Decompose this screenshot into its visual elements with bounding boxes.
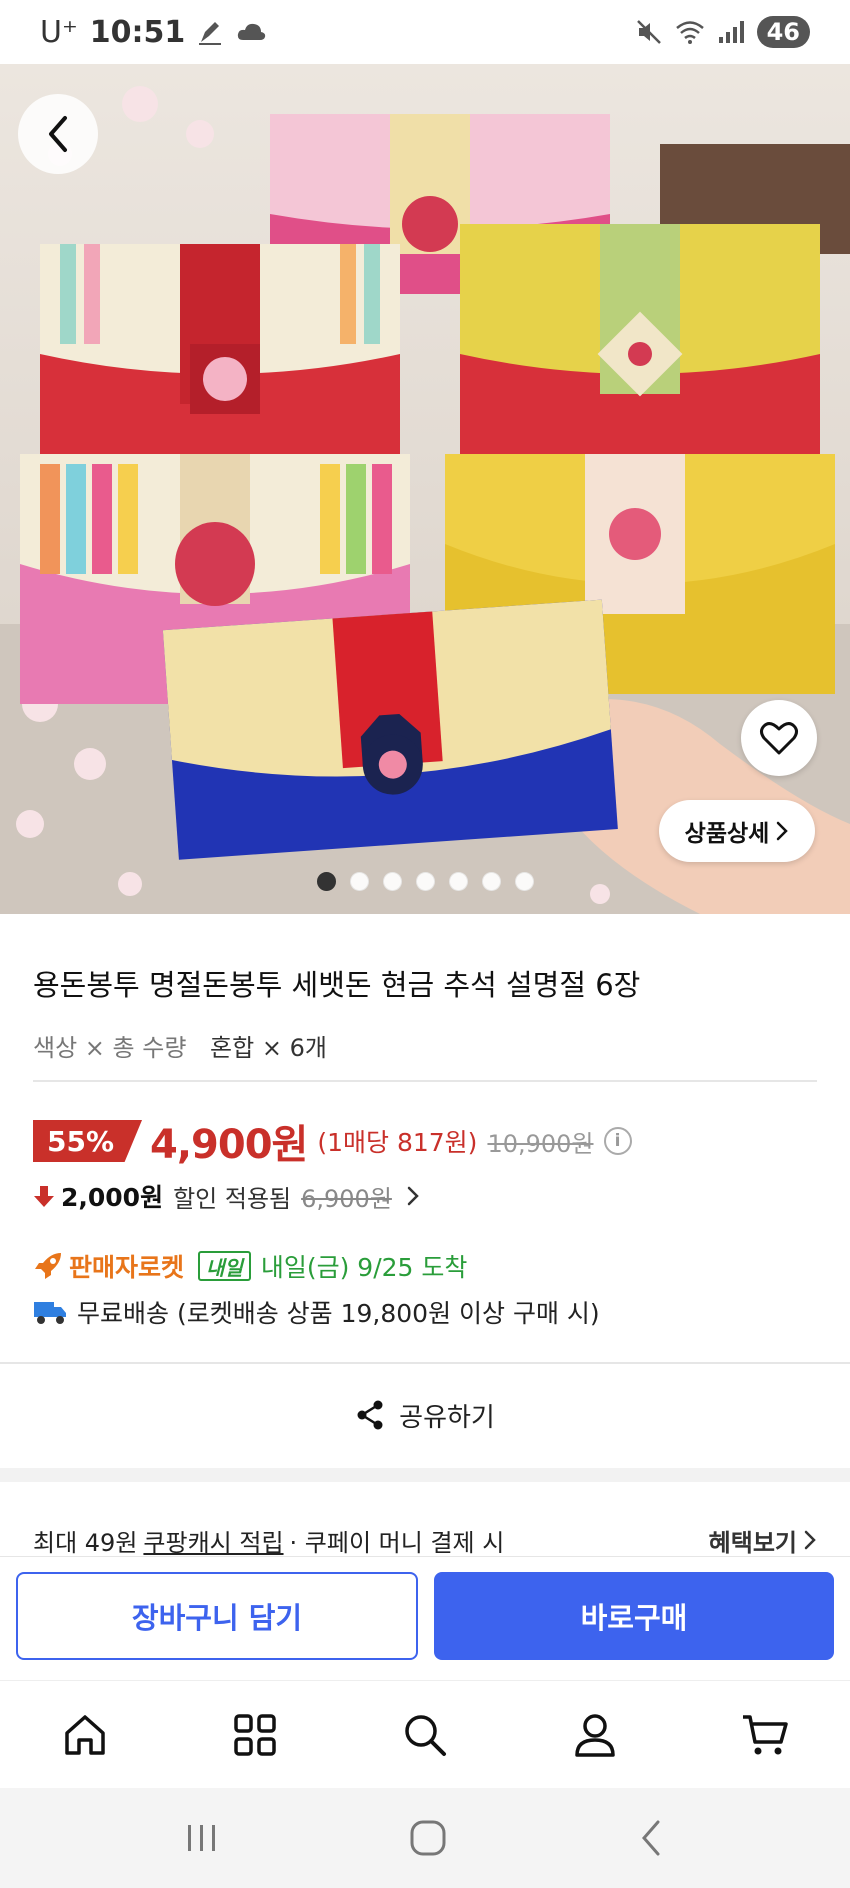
back-button[interactable] xyxy=(18,94,98,174)
search-icon xyxy=(405,1714,446,1756)
arrow-down-icon xyxy=(34,1186,54,1207)
rocket-label: 판매자로켓 xyxy=(69,1253,185,1282)
shipping-row: 무료배송 (로켓배송 상품 19,800원 이상 구매 시) xyxy=(33,1292,600,1332)
coupon-original-price: 6,900원 xyxy=(301,1184,392,1213)
product-detail-button[interactable]: 상품상세 xyxy=(659,800,815,862)
add-to-cart-button[interactable]: 장바구니 담기 xyxy=(16,1572,418,1660)
my-page-icon xyxy=(575,1713,615,1757)
price-row: 55% 4,900원 (1매당 817원) 10,900원 i xyxy=(33,1116,632,1168)
divider xyxy=(0,1362,850,1364)
tab-my-page[interactable] xyxy=(550,1690,640,1780)
section-divider xyxy=(0,1468,850,1482)
option-label: 색상 × 총 수량 xyxy=(33,1034,187,1062)
option-value: 혼합 × 6개 xyxy=(210,1034,327,1062)
tab-category[interactable] xyxy=(210,1690,300,1780)
favorite-button[interactable] xyxy=(741,700,817,776)
sale-price: 4,900원 xyxy=(150,1122,308,1168)
chevron-right-icon xyxy=(777,821,789,841)
benefit-view-link[interactable]: 혜택보기 xyxy=(709,1523,817,1558)
recent-apps-icon[interactable] xyxy=(184,1821,220,1855)
shipping-text: 무료배송 (로켓배송 상품 19,800원 이상 구매 시) xyxy=(77,1299,600,1328)
battery-badge: 46 xyxy=(756,16,810,48)
cash-suffix: · 쿠페이 머니 결제 시 xyxy=(289,1528,505,1557)
pen-notification-icon xyxy=(199,22,222,45)
cart-icon xyxy=(743,1714,788,1754)
carrier-label: U⁺ xyxy=(40,14,78,50)
carousel-dot[interactable] xyxy=(481,872,501,891)
coupon-text: 할인 적용됨 xyxy=(173,1184,292,1213)
heart-icon xyxy=(760,722,798,755)
cash-reward-row: 최대 49원 쿠팡캐시 적립 · 쿠페이 머니 결제 시 혜택보기 xyxy=(33,1520,817,1560)
tab-search[interactable] xyxy=(380,1690,470,1780)
tab-cart[interactable] xyxy=(720,1690,810,1780)
chevron-right-icon xyxy=(804,1530,816,1550)
share-icon xyxy=(357,1400,383,1430)
product-photo xyxy=(0,64,850,914)
carousel-dot[interactable] xyxy=(415,872,435,891)
selected-option[interactable]: 색상 × 총 수량 혼합 × 6개 xyxy=(33,1028,327,1063)
product-image-carousel[interactable]: 상품상세 xyxy=(0,64,850,914)
benefit-label: 혜택보기 xyxy=(708,1528,797,1557)
status-time: 10:51 xyxy=(89,14,186,50)
mute-icon xyxy=(636,20,661,44)
rocket-icon xyxy=(35,1253,61,1279)
buy-now-button[interactable]: 바로구매 xyxy=(434,1572,834,1660)
category-icon xyxy=(234,1713,276,1756)
bottom-tab-bar xyxy=(0,1680,850,1788)
chevron-left-icon xyxy=(49,116,67,152)
tomorrow-badge: 내일 xyxy=(198,1251,251,1281)
cloud-notification-icon xyxy=(238,23,266,40)
purchase-action-bar: 장바구니 담기 바로구매 xyxy=(0,1556,850,1680)
product-detail-label: 상품상세 xyxy=(684,821,770,847)
divider xyxy=(33,1080,817,1082)
original-price: 10,900원 xyxy=(487,1129,594,1158)
coupon-discount-row[interactable]: 2,000원 할인 적용됨 6,900원 xyxy=(33,1176,420,1216)
status-bar: U⁺ 10:51 46 xyxy=(0,0,850,64)
carousel-dot[interactable] xyxy=(316,872,336,891)
carousel-dot[interactable] xyxy=(448,872,468,891)
share-button[interactable]: 공유하기 xyxy=(0,1380,850,1450)
discount-badge: 55% xyxy=(33,1120,143,1162)
rocket-delivery-row: 판매자로켓 내일 내일(금) 9/25 도착 xyxy=(33,1246,467,1286)
chevron-right-icon xyxy=(407,1186,419,1206)
arrival-date: 내일(금) 9/25 도착 xyxy=(260,1253,468,1282)
system-back-icon[interactable] xyxy=(636,1818,666,1858)
carousel-dots xyxy=(0,872,850,891)
product-title: 용돈봉투 명절돈봉투 세뱃돈 현금 추석 설명절 6장 xyxy=(33,968,641,1002)
home-circle-icon[interactable] xyxy=(408,1818,448,1858)
cash-prefix: 최대 49원 xyxy=(33,1528,138,1557)
tab-home[interactable] xyxy=(40,1690,130,1780)
carousel-dot[interactable] xyxy=(349,872,369,891)
home-icon xyxy=(65,1714,105,1755)
coupang-cash-link[interactable]: 쿠팡캐시 적립 xyxy=(143,1523,283,1558)
carousel-dot[interactable] xyxy=(382,872,402,891)
wifi-icon xyxy=(675,21,704,44)
coupon-amount: 2,000원 xyxy=(61,1183,164,1212)
carousel-dot[interactable] xyxy=(514,872,534,891)
truck-icon xyxy=(34,1302,66,1324)
share-label: 공유하기 xyxy=(399,1402,495,1433)
info-icon[interactable]: i xyxy=(603,1127,632,1155)
signal-icon xyxy=(718,21,744,43)
system-navigation-bar xyxy=(0,1788,850,1888)
unit-price: (1매당 817원) xyxy=(317,1128,478,1157)
